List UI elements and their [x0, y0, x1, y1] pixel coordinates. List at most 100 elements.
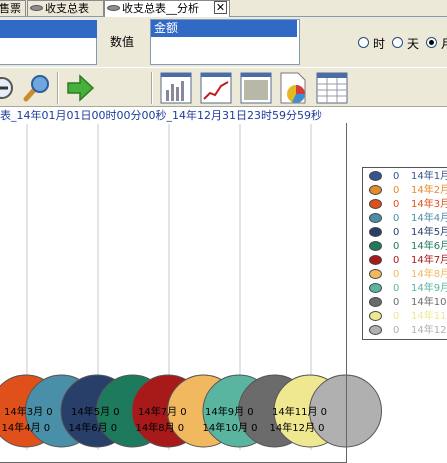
legend-swatch	[369, 283, 382, 293]
left-list-selected-item[interactable]	[0, 20, 97, 38]
pie-chart-button[interactable]	[278, 72, 310, 104]
zoom-out-button[interactable]	[0, 72, 18, 104]
value-label: 数值	[110, 35, 135, 49]
bar-chart-button[interactable]	[160, 72, 192, 104]
slice-label: 14年9月 0	[205, 407, 254, 418]
legend-item: 0 14年9月	[363, 282, 447, 295]
legend-value: 0	[393, 269, 400, 280]
slice-label: 14年10月 0	[202, 423, 258, 434]
slice-label: 14年6月 0	[68, 423, 118, 434]
legend-label: 14年3月	[411, 199, 447, 210]
legend-label: 14年2月	[411, 185, 447, 196]
legend-value: 0	[393, 325, 400, 336]
tab-label: 收支总表	[45, 2, 89, 15]
radio-month-label: 月	[441, 35, 447, 52]
legend-value: 0	[393, 227, 400, 238]
slice-label: 14年5月 0	[71, 407, 120, 418]
search-button[interactable]	[20, 72, 52, 104]
legend-item: 0 14年2月	[363, 184, 447, 197]
table-icon	[316, 72, 348, 104]
legend-swatch	[369, 213, 382, 223]
tab-income-summary[interactable]: 收支总表	[27, 0, 104, 16]
slice-label: 14年7月 0	[138, 407, 187, 418]
slice-label: 14年12月 0	[269, 423, 325, 434]
legend-swatch	[369, 227, 382, 237]
legend-value: 0	[393, 255, 400, 266]
disk-icon	[107, 5, 120, 11]
radio-day[interactable]	[392, 37, 403, 48]
value-list-selected-item[interactable]: 金额	[151, 20, 297, 37]
left-list[interactable]	[0, 38, 97, 65]
close-icon: ✕	[215, 1, 226, 14]
chart-toolbar	[0, 67, 447, 107]
legend-label: 14年5月	[411, 227, 447, 238]
table-button[interactable]	[316, 72, 348, 104]
line-chart-button[interactable]	[200, 72, 232, 104]
legend-item: 0 14年7月	[363, 254, 447, 267]
tab-ticket[interactable]: 售票	[0, 0, 26, 16]
tab-label: 收支总表__分析	[122, 2, 199, 15]
tab-label: 售票	[0, 2, 21, 15]
slice-label: 14年3月 0	[4, 407, 53, 418]
zoom-out-icon	[0, 77, 13, 99]
slice-label: 14年4月 0	[1, 423, 51, 434]
legend-swatch	[369, 325, 382, 335]
legend-label: 14年7月	[411, 255, 447, 266]
bar-chart-icon	[160, 72, 192, 104]
legend-item: 0 14年3月	[363, 198, 447, 211]
legend-label: 14年9月	[411, 283, 447, 294]
legend-value: 0	[393, 311, 400, 322]
legend-swatch	[369, 311, 382, 321]
legend-value: 0	[393, 283, 400, 294]
legend-value: 0	[393, 199, 400, 210]
legend-swatch	[369, 171, 382, 181]
arrow-right-button[interactable]	[64, 72, 96, 104]
slice-label: 14年11月 0	[272, 407, 327, 418]
radio-hour-label: 时	[373, 37, 386, 51]
radio-hour[interactable]	[358, 37, 369, 48]
legend-item: 0 14年11,	[363, 310, 447, 323]
legend-item: 0 14年10,	[363, 296, 447, 309]
legend-value: 0	[393, 185, 400, 196]
line-chart-icon	[200, 72, 232, 104]
tab-income-summary-analysis[interactable]: 收支总表__分析	[104, 0, 230, 17]
legend-label: 14年1月	[411, 171, 447, 182]
legend-label: 14年12,	[411, 325, 447, 336]
arrow-right-icon	[67, 74, 95, 102]
legend-swatch	[369, 269, 382, 279]
slice-label: 14年8月 0	[135, 423, 185, 434]
legend-value: 0	[393, 297, 400, 308]
legend-item: 0 14年4月	[363, 212, 447, 225]
legend-label: 14年10,	[411, 297, 447, 308]
radio-month[interactable]	[426, 37, 437, 48]
toolbar-separator	[151, 72, 153, 104]
legend-value: 0	[393, 171, 400, 182]
legend-item: 0 14年6月	[363, 240, 447, 253]
legend-value: 0	[393, 213, 400, 224]
report-subtitle: 表_14年01月01日00时00分00秒_14年12月31日23时59分59秒	[0, 109, 322, 122]
legend-label: 14年8月	[411, 269, 447, 280]
legend-swatch	[369, 199, 382, 209]
legend-item: 0 14年8月	[363, 268, 447, 281]
legend-label: 14年4月	[411, 213, 447, 224]
legend-swatch	[369, 185, 382, 195]
document-tab-bar: 售票 收支总表 收支总表__分析 ✕	[0, 0, 447, 17]
legend-swatch	[369, 297, 382, 307]
pie-chart-icon	[280, 72, 306, 104]
disk-icon	[30, 5, 43, 11]
close-tab-button[interactable]: ✕	[214, 1, 227, 14]
scatter-chart-icon	[240, 72, 272, 104]
search-icon	[23, 75, 49, 102]
legend-value: 0	[393, 241, 400, 252]
legend-item: 0 14年5月	[363, 226, 447, 239]
scatter-chart-button[interactable]	[240, 72, 272, 104]
radio-day-label: 天	[407, 37, 420, 51]
legend-label: 14年11,	[411, 311, 447, 322]
legend-item: 0 14年12,	[363, 324, 447, 337]
legend-swatch	[369, 255, 382, 265]
legend-swatch	[369, 241, 382, 251]
legend-item: 0 14年1月	[363, 170, 447, 183]
chart-legend: 0 14年1月 0 14年2月 0 14年3月 0 14年4月 0 14年5月 0 14年6月 0 14年…	[362, 167, 447, 340]
legend-label: 14年6月	[411, 241, 447, 252]
toolbar-separator	[57, 72, 59, 104]
